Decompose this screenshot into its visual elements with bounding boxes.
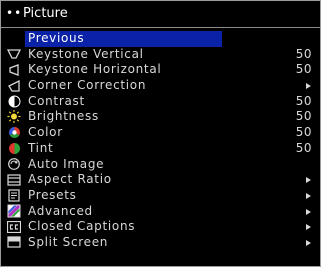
presets-icon bbox=[7, 188, 21, 203]
menu-item-label: Contrast bbox=[28, 93, 85, 108]
menu-item-value: 50 bbox=[295, 93, 312, 108]
brightness-icon bbox=[7, 109, 21, 124]
menu-item-label: Auto Image bbox=[28, 156, 105, 171]
menu-item-label: Color bbox=[28, 125, 63, 140]
menu-item-label: Keystone Vertical bbox=[28, 46, 144, 61]
menu-item-label: Corner Correction bbox=[28, 78, 147, 93]
menu-item-label: Split Screen bbox=[28, 234, 109, 249]
menu-item-label: Advanced bbox=[28, 203, 93, 218]
menu-item-corner-correction[interactable]: Corner Correction bbox=[1, 78, 320, 94]
closed-captions-icon bbox=[7, 219, 21, 234]
submenu-arrow-icon bbox=[306, 224, 311, 231]
menu-item-color[interactable]: Color 50 bbox=[1, 125, 320, 141]
menu-item-value: 50 bbox=[295, 140, 312, 155]
split-screen-icon bbox=[7, 235, 21, 250]
menu-item-label: Previous bbox=[28, 31, 85, 45]
menu-item-label: Presets bbox=[28, 187, 77, 202]
menu-item-presets[interactable]: Presets bbox=[1, 188, 320, 204]
menu-item-previous[interactable]: Previous bbox=[1, 31, 320, 47]
menu-item-value: 50 bbox=[295, 46, 312, 61]
keystone-vertical-icon bbox=[7, 47, 21, 62]
menu-title-bar: •• Picture bbox=[1, 1, 320, 28]
submenu-arrow-icon bbox=[306, 192, 311, 199]
menu-item-tint[interactable]: Tint 50 bbox=[1, 141, 320, 157]
advanced-icon bbox=[7, 204, 21, 219]
menu-item-value: 50 bbox=[295, 109, 312, 124]
menu-item-auto-image[interactable]: Auto Image bbox=[1, 157, 320, 173]
menu-item-brightness[interactable]: Brightness 50 bbox=[1, 109, 320, 125]
menu-item-split-screen[interactable]: Split Screen bbox=[1, 235, 320, 251]
menu-item-value: 50 bbox=[295, 62, 312, 77]
menu-title: Picture bbox=[23, 6, 68, 21]
menu-item-closed-captions[interactable]: Closed Captions bbox=[1, 219, 320, 235]
tint-icon bbox=[7, 141, 21, 156]
menu-item-advanced[interactable]: Advanced bbox=[1, 204, 320, 220]
menu-item-label: Brightness bbox=[28, 109, 99, 124]
keystone-horizontal-icon bbox=[7, 62, 21, 77]
submenu-arrow-icon bbox=[306, 177, 311, 184]
menu-item-label: Aspect Ratio bbox=[28, 172, 112, 187]
menu-item-keystone-horizontal[interactable]: Keystone Horizontal 50 bbox=[1, 62, 320, 78]
menu-item-label: Keystone Horizontal bbox=[28, 62, 162, 77]
submenu-arrow-icon bbox=[306, 83, 311, 90]
menu-item-aspect-ratio[interactable]: Aspect Ratio bbox=[1, 172, 320, 188]
aspect-ratio-icon bbox=[7, 172, 21, 187]
menu-item-contrast[interactable]: Contrast 50 bbox=[1, 94, 320, 110]
menu-item-value: 50 bbox=[295, 125, 312, 140]
menu-items: Previous Keystone Vertical 50 Keystone H… bbox=[1, 31, 320, 251]
corner-correction-icon bbox=[7, 78, 21, 93]
menu-item-keystone-vertical[interactable]: Keystone Vertical 50 bbox=[1, 47, 320, 63]
submenu-arrow-icon bbox=[306, 239, 311, 246]
auto-image-icon bbox=[7, 157, 21, 172]
picture-menu: •• Picture Previous Keystone Vertical 50… bbox=[0, 0, 321, 267]
menu-dots-icon: •• bbox=[6, 6, 23, 20]
color-icon bbox=[7, 125, 21, 140]
menu-item-label: Closed Captions bbox=[28, 219, 136, 234]
menu-item-label: Tint bbox=[28, 140, 54, 155]
submenu-arrow-icon bbox=[306, 208, 311, 215]
contrast-icon bbox=[7, 94, 21, 109]
